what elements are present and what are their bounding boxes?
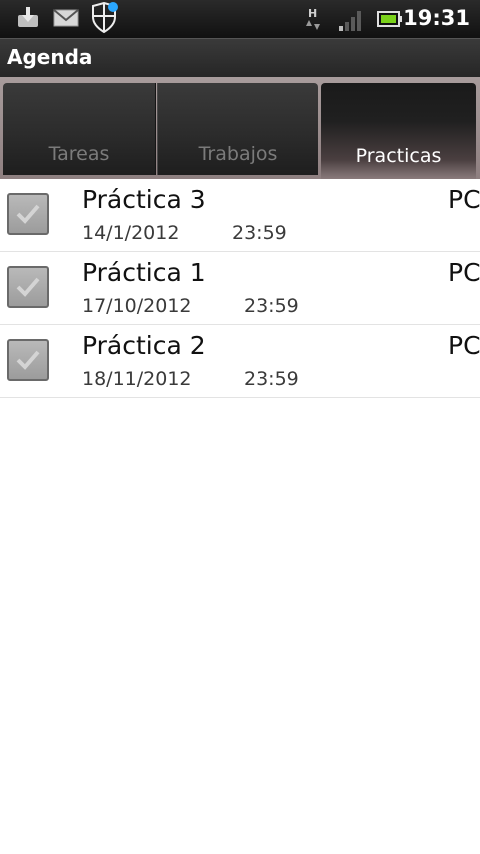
- tab-bar: Tareas Trabajos Practicas: [0, 77, 480, 179]
- list-item[interactable]: Práctica 1 17/10/2012 23:59 PC: [0, 252, 480, 325]
- signal-icon: [338, 8, 364, 36]
- tab-label: Tareas: [48, 143, 110, 165]
- item-title: Práctica 1: [82, 258, 206, 287]
- item-tag: PC: [448, 185, 480, 214]
- item-time: 23:59: [232, 222, 287, 244]
- download-icon[interactable]: [16, 5, 40, 33]
- check-icon: [16, 204, 40, 224]
- status-time: 19:31: [403, 6, 470, 30]
- item-title: Práctica 3: [82, 185, 206, 214]
- item-date: 17/10/2012: [82, 295, 192, 317]
- item-tag: PC: [448, 258, 480, 287]
- list-item[interactable]: Práctica 3 14/1/2012 23:59 PC: [0, 179, 480, 252]
- security-shield-icon[interactable]: [90, 1, 120, 38]
- practicas-list: Práctica 3 14/1/2012 23:59 PC Práctica 1…: [0, 179, 480, 398]
- hspa-data-icon: H: [305, 6, 325, 36]
- app-title: Agenda: [7, 45, 93, 69]
- checkbox[interactable]: [7, 193, 49, 235]
- check-icon: [16, 350, 40, 370]
- checkbox[interactable]: [7, 266, 49, 308]
- item-time: 23:59: [244, 368, 299, 390]
- tab-practicas[interactable]: Practicas: [321, 83, 476, 179]
- tab-tareas[interactable]: Tareas: [3, 83, 156, 175]
- item-tag: PC: [448, 331, 480, 360]
- battery-icon: [377, 10, 403, 32]
- tab-label: Practicas: [355, 145, 442, 167]
- tab-label: Trabajos: [198, 143, 278, 165]
- title-bar: Agenda: [0, 38, 480, 77]
- status-bar: H 19:31: [0, 0, 480, 38]
- gmail-icon[interactable]: [53, 9, 79, 31]
- item-title: Práctica 2: [82, 331, 206, 360]
- item-time: 23:59: [244, 295, 299, 317]
- list-item[interactable]: Práctica 2 18/11/2012 23:59 PC: [0, 325, 480, 398]
- checkbox[interactable]: [7, 339, 49, 381]
- check-icon: [16, 277, 40, 297]
- tab-trabajos[interactable]: Trabajos: [157, 83, 318, 175]
- item-date: 18/11/2012: [82, 368, 192, 390]
- item-date: 14/1/2012: [82, 222, 180, 244]
- svg-text:H: H: [308, 7, 317, 20]
